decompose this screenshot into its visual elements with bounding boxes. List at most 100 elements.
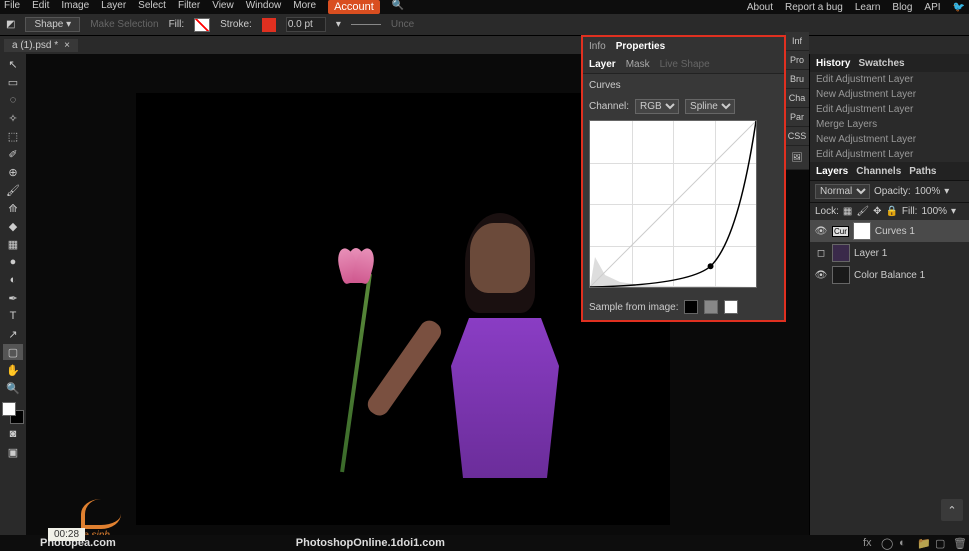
trash-icon[interactable]: 🗑 [953,537,965,549]
interp-select[interactable]: Spline [685,99,735,114]
layer-mask-thumb[interactable] [853,222,871,240]
screenmode-tool[interactable]: ▣ [3,444,23,460]
layer-thumb[interactable] [832,266,850,284]
layers-tab[interactable]: Layers [816,166,848,177]
menu-blog[interactable]: Blog [892,2,912,13]
gradient-tool[interactable]: ▦ [3,236,23,252]
menu-edit[interactable]: Edit [32,0,49,14]
sample-white[interactable] [724,300,738,314]
info-tab[interactable]: Info [589,41,606,52]
sample-gray[interactable] [704,300,718,314]
folder-icon[interactable]: 📁 [917,537,929,549]
stroke-swatch[interactable] [262,18,276,32]
layer-name[interactable]: Layer 1 [854,248,887,259]
eyedropper-tool[interactable]: ✐ [3,146,23,162]
menu-account[interactable]: Account [328,0,380,14]
curve-line[interactable] [590,121,756,287]
layer-name[interactable]: Curves 1 [875,226,915,237]
side-tab-image-icon[interactable]: 🖼 [785,146,809,170]
channel-select[interactable]: RGB [635,99,679,114]
close-icon[interactable]: × [64,40,70,51]
document-tab[interactable]: a (1).psd * × [4,39,78,52]
dodge-tool[interactable]: ◐ [3,272,23,288]
color-swatches[interactable] [2,402,24,424]
side-tab-css[interactable]: CSS [785,127,809,146]
layer-name[interactable]: Color Balance 1 [854,270,925,281]
history-item[interactable]: Edit Adjustment Layer [810,102,969,117]
paths-tab[interactable]: Paths [909,166,936,177]
menu-learn[interactable]: Learn [855,2,881,13]
shape-mode-select[interactable]: Shape ▾ [25,17,80,32]
layer-thumb[interactable] [832,244,850,262]
curve-point[interactable] [708,263,714,269]
subtab-mask[interactable]: Mask [626,59,650,70]
lasso-tool[interactable]: ◌ [3,92,23,108]
path-tool[interactable]: ↗ [3,326,23,342]
menu-more[interactable]: More [293,0,316,14]
chevron-down-icon[interactable]: ▾ [944,186,949,197]
side-tab-info[interactable]: Inf [785,32,809,51]
fill-value[interactable]: 100% [921,206,947,217]
text-tool[interactable]: T [3,308,23,324]
blur-tool[interactable]: ● [3,254,23,270]
history-item[interactable]: Merge Layers [810,117,969,132]
crop-tool[interactable]: ⬚ [3,128,23,144]
visibility-icon[interactable]: 👁 [814,270,828,281]
foreground-color[interactable] [2,402,16,416]
side-tab-character[interactable]: Cha [785,89,809,108]
shape-tool[interactable]: ▢ [3,344,23,360]
menu-image[interactable]: Image [61,0,89,14]
lock-move-icon[interactable]: ✥ [873,206,881,217]
layer-row[interactable]: 👁 Cur Curves 1 [810,220,969,242]
history-item[interactable]: New Adjustment Layer [810,132,969,147]
layer-row[interactable]: 👁 Color Balance 1 [810,264,969,286]
menu-report[interactable]: Report a bug [785,2,843,13]
opacity-value[interactable]: 100% [915,186,941,197]
layer-row[interactable]: ◻ Layer 1 [810,242,969,264]
menu-about[interactable]: About [747,2,773,13]
blend-mode-select[interactable]: Normal [815,184,870,199]
chevron-down-icon[interactable]: ▾ [951,206,956,217]
move-tool[interactable]: ↖ [3,56,23,72]
subtab-layer[interactable]: Layer [589,59,616,70]
search-icon[interactable]: 🔍 [392,0,404,14]
new-layer-icon[interactable]: ▢ [935,537,947,549]
side-tab-brush[interactable]: Bru [785,70,809,89]
brush-tool[interactable]: 🖌 [3,182,23,198]
history-tab[interactable]: History [816,58,850,69]
scroll-top-button[interactable]: ⌃ [941,499,963,521]
properties-tab[interactable]: Properties [616,41,665,52]
sample-black[interactable] [684,300,698,314]
menu-select[interactable]: Select [138,0,166,14]
quickmask-tool[interactable]: ◙ [3,426,23,442]
adjustment-icon[interactable]: ◐ [899,537,911,549]
channels-tab[interactable]: Channels [856,166,901,177]
menu-api[interactable]: API [924,2,940,13]
stroke-style[interactable] [351,24,381,25]
history-item[interactable]: Edit Adjustment Layer [810,72,969,87]
menu-window[interactable]: Window [246,0,282,14]
history-item[interactable]: Edit Adjustment Layer [810,147,969,162]
side-tab-paragraph[interactable]: Par [785,108,809,127]
visibility-icon[interactable]: ◻ [814,248,828,259]
side-tab-properties[interactable]: Pro [785,51,809,70]
pen-tool[interactable]: ✒ [3,290,23,306]
lock-paint-icon[interactable]: 🖌 [856,206,869,217]
menu-layer[interactable]: Layer [101,0,126,14]
mask-icon[interactable]: ◯ [881,537,893,549]
menu-view[interactable]: View [212,0,234,14]
hand-tool[interactable]: ✋ [3,362,23,378]
swatches-tab[interactable]: Swatches [858,58,904,69]
clone-tool[interactable]: ⟰ [3,200,23,216]
curves-editor[interactable] [589,120,757,288]
zoom-tool[interactable]: 🔍 [3,380,23,396]
stroke-width-dropdown[interactable]: ▾ [336,19,341,30]
menu-filter[interactable]: Filter [178,0,200,14]
marquee-tool[interactable]: ▭ [3,74,23,90]
wand-tool[interactable]: ✧ [3,110,23,126]
stroke-width-input[interactable] [286,17,326,32]
twitter-icon[interactable]: 🐦 [953,2,965,13]
visibility-icon[interactable]: 👁 [814,226,828,237]
fill-swatch[interactable] [194,18,210,32]
menu-file[interactable]: File [4,0,20,14]
